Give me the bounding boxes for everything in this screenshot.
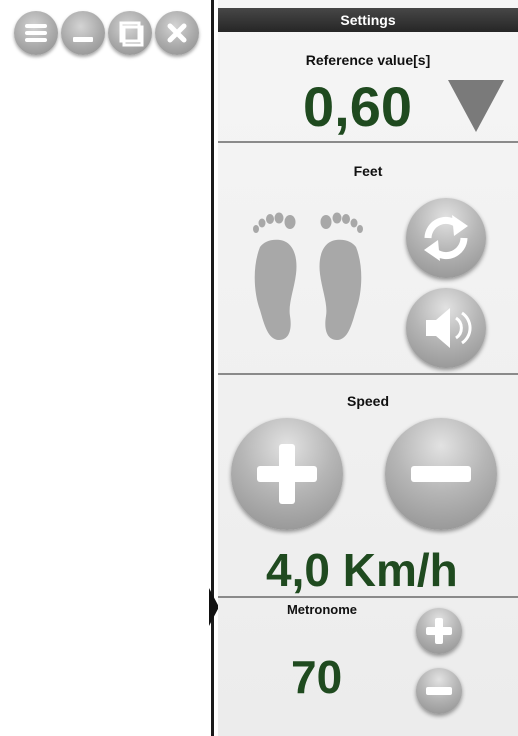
section-divider — [218, 141, 518, 143]
swap-arrows-icon — [424, 215, 468, 261]
metronome-increase-button[interactable] — [416, 608, 462, 654]
hamburger-menu-icon — [25, 24, 47, 42]
minimize-button[interactable] — [61, 11, 105, 55]
speed-increase-button[interactable] — [231, 418, 343, 530]
minus-icon — [426, 687, 452, 695]
metronome-value: 70 — [291, 651, 343, 703]
settings-panel: Settings Reference value[s] 0,60 Feet Sp… — [218, 0, 518, 736]
plus-icon — [426, 618, 452, 644]
menu-button[interactable] — [14, 11, 58, 55]
close-icon — [167, 23, 187, 43]
minus-icon — [411, 466, 471, 482]
speed-decrease-button[interactable] — [385, 418, 497, 530]
swap-feet-button[interactable] — [406, 198, 486, 278]
feet-label: Feet — [353, 163, 383, 179]
footprints-icon — [253, 212, 363, 340]
speaker-icon — [426, 308, 472, 348]
close-button[interactable] — [155, 11, 199, 55]
triangle-down-icon[interactable] — [448, 80, 504, 134]
sound-button[interactable] — [406, 288, 486, 368]
speed-label: Speed — [346, 393, 389, 409]
metronome-decrease-button[interactable] — [416, 668, 462, 714]
speed-value: 4,0 Km/h — [266, 544, 458, 596]
section-divider — [218, 596, 518, 598]
minimize-icon — [73, 37, 93, 42]
maximize-icon — [119, 21, 144, 47]
reference-value-label: Reference value[s] — [305, 52, 431, 68]
section-divider — [218, 373, 518, 375]
maximize-button[interactable] — [108, 11, 152, 55]
reference-value: 0,60 — [303, 75, 412, 138]
settings-header: Settings — [218, 8, 518, 32]
plus-icon — [257, 444, 317, 504]
